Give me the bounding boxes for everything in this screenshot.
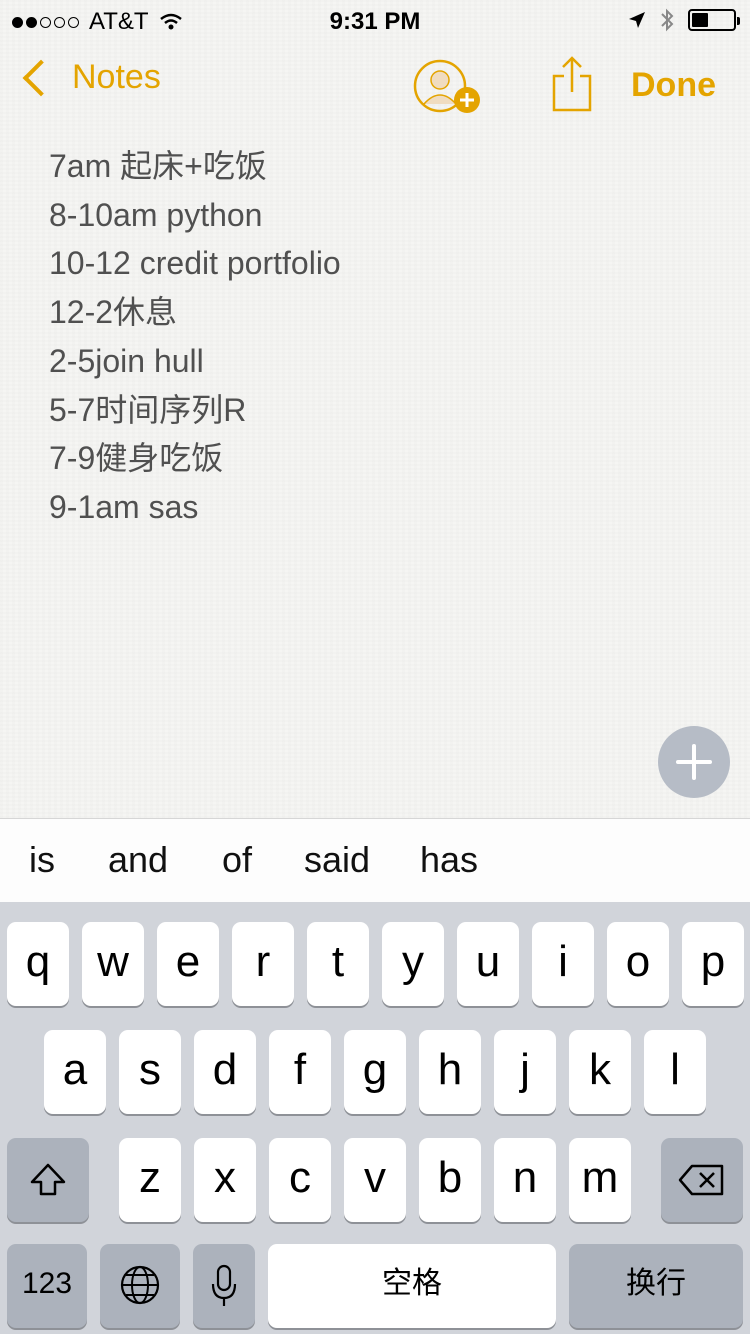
key-o[interactable]: o xyxy=(607,922,669,1006)
note-line: 7-9健身吃饭 xyxy=(49,440,224,477)
key-n[interactable]: n xyxy=(494,1138,556,1222)
back-button[interactable]: Notes xyxy=(18,58,161,97)
keyboard: q w e r t y u i o p a s d f g h j k l z … xyxy=(0,902,750,1334)
suggestion-item[interactable]: has xyxy=(420,839,478,881)
key-g[interactable]: g xyxy=(344,1030,406,1114)
battery-icon xyxy=(688,9,740,31)
key-j[interactable]: j xyxy=(494,1030,556,1114)
key-a[interactable]: a xyxy=(44,1030,106,1114)
key-w[interactable]: w xyxy=(82,922,144,1006)
space-key[interactable]: 空格 xyxy=(268,1244,556,1328)
key-d[interactable]: d xyxy=(194,1030,256,1114)
return-key[interactable]: 换行 xyxy=(569,1244,743,1328)
note-line: 8-10am python xyxy=(49,196,263,233)
status-bar: AT&T 9:31 PM xyxy=(0,0,750,40)
key-k[interactable]: k xyxy=(569,1030,631,1114)
key-x[interactable]: x xyxy=(194,1138,256,1222)
done-button[interactable]: Done xyxy=(631,66,716,105)
bluetooth-icon xyxy=(661,8,674,32)
suggestion-item[interactable]: of xyxy=(222,839,252,881)
key-h[interactable]: h xyxy=(419,1030,481,1114)
status-right xyxy=(628,8,740,32)
microphone-icon xyxy=(211,1264,237,1306)
key-c[interactable]: c xyxy=(269,1138,331,1222)
suggestion-item[interactable]: said xyxy=(304,839,370,881)
globe-icon xyxy=(120,1265,160,1305)
suggestion-bar: is and of said has xyxy=(0,818,750,903)
back-label: Notes xyxy=(72,58,161,96)
share-icon[interactable] xyxy=(550,54,594,114)
backspace-icon xyxy=(678,1164,724,1196)
shift-key[interactable] xyxy=(7,1138,89,1222)
note-body[interactable]: 7am 起床+吃饭 8-10am python 10-12 credit por… xyxy=(49,142,341,532)
chevron-left-icon xyxy=(22,59,60,96)
key-e[interactable]: e xyxy=(157,922,219,1006)
key-r[interactable]: r xyxy=(232,922,294,1006)
shift-icon xyxy=(30,1163,66,1196)
key-p[interactable]: p xyxy=(682,922,744,1006)
suggestion-item[interactable]: and xyxy=(108,839,168,881)
key-u[interactable]: u xyxy=(457,922,519,1006)
key-b[interactable]: b xyxy=(419,1138,481,1222)
key-f[interactable]: f xyxy=(269,1030,331,1114)
nav-bar: Notes Done xyxy=(0,48,750,128)
delete-key[interactable] xyxy=(661,1138,743,1222)
key-l[interactable]: l xyxy=(644,1030,706,1114)
key-q[interactable]: q xyxy=(7,922,69,1006)
key-t[interactable]: t xyxy=(307,922,369,1006)
suggestion-item[interactable]: is xyxy=(29,839,55,881)
key-y[interactable]: y xyxy=(382,922,444,1006)
note-line: 12-2休息 xyxy=(49,294,178,331)
note-line: 9-1am sas xyxy=(49,488,199,525)
note-line: 5-7时间序列R xyxy=(49,391,247,428)
numbers-key[interactable]: 123 xyxy=(7,1244,87,1328)
key-i[interactable]: i xyxy=(532,922,594,1006)
key-m[interactable]: m xyxy=(569,1138,631,1222)
add-person-icon[interactable] xyxy=(412,58,484,114)
key-v[interactable]: v xyxy=(344,1138,406,1222)
note-line: 2-5join hull xyxy=(49,342,204,379)
add-checklist-button[interactable] xyxy=(658,726,730,798)
key-z[interactable]: z xyxy=(119,1138,181,1222)
location-arrow-icon xyxy=(629,12,645,28)
key-s[interactable]: s xyxy=(119,1030,181,1114)
globe-key[interactable] xyxy=(100,1244,180,1328)
dictation-key[interactable] xyxy=(193,1244,255,1328)
note-line: 7am 起床+吃饭 xyxy=(49,148,267,184)
note-line: 10-12 credit portfolio xyxy=(49,245,341,282)
